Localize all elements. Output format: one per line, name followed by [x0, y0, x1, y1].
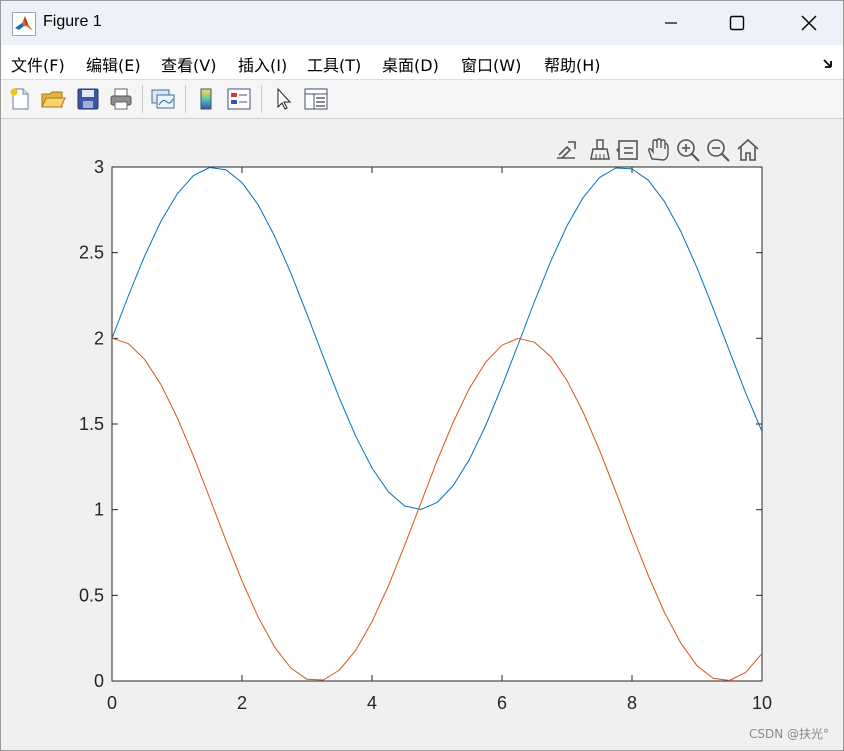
toolbar-separator [261, 85, 262, 113]
link-plot-icon[interactable] [150, 86, 176, 112]
minimize-icon [665, 22, 677, 24]
save-icon[interactable] [75, 86, 101, 112]
toolbar-separator [185, 85, 186, 113]
legend-icon[interactable] [226, 86, 252, 112]
window-title: Figure 1 [43, 13, 102, 30]
colorbar-icon[interactable] [193, 86, 219, 112]
edit-plot-arrow-icon[interactable] [271, 86, 297, 112]
menu-file[interactable]: 文件(F) [11, 52, 65, 76]
home-restore-icon[interactable] [735, 137, 761, 163]
data-tips-icon[interactable] [615, 137, 641, 163]
menu-window[interactable]: 窗口(W) [461, 52, 521, 76]
menu-edit[interactable]: 编辑(E) [86, 52, 141, 76]
menu-desktop[interactable]: 桌面(D) [382, 52, 439, 76]
brush-icon[interactable] [587, 137, 613, 163]
minimize-button[interactable] [643, 1, 699, 45]
maximize-icon [729, 15, 745, 31]
toolbar-separator [142, 85, 143, 113]
menu-bar: 文件(F) 编辑(E) 查看(V) 插入(I) 工具(T) 桌面(D) 窗口(W… [1, 45, 843, 80]
zoom-in-icon[interactable] [675, 137, 701, 163]
menu-view[interactable]: 查看(V) [161, 52, 216, 76]
figure-toolbar [1, 80, 843, 119]
zoom-out-icon[interactable] [705, 137, 731, 163]
matlab-logo-icon [12, 12, 36, 36]
watermark: CSDN @扶光° [748, 727, 829, 741]
figure-window: Figure 1 文件(F) 编辑(E) 查看(V) 插入(I) 工具(T) 桌… [0, 0, 844, 751]
close-icon [801, 15, 817, 31]
figure-canvas [1, 119, 843, 750]
pan-hand-icon[interactable] [645, 137, 671, 163]
new-figure-icon[interactable] [7, 86, 33, 112]
menu-tools[interactable]: 工具(T) [307, 52, 361, 76]
menu-insert[interactable]: 插入(I) [238, 52, 287, 76]
open-file-icon[interactable] [40, 86, 66, 112]
property-inspector-icon[interactable] [303, 86, 329, 112]
close-button[interactable] [781, 1, 837, 45]
menu-help[interactable]: 帮助(H) [544, 52, 601, 76]
export-icon[interactable] [554, 137, 580, 163]
maximize-button[interactable] [709, 1, 765, 45]
dock-arrow-icon[interactable] [823, 57, 835, 69]
print-icon[interactable] [108, 86, 134, 112]
title-bar[interactable]: Figure 1 [1, 1, 843, 45]
